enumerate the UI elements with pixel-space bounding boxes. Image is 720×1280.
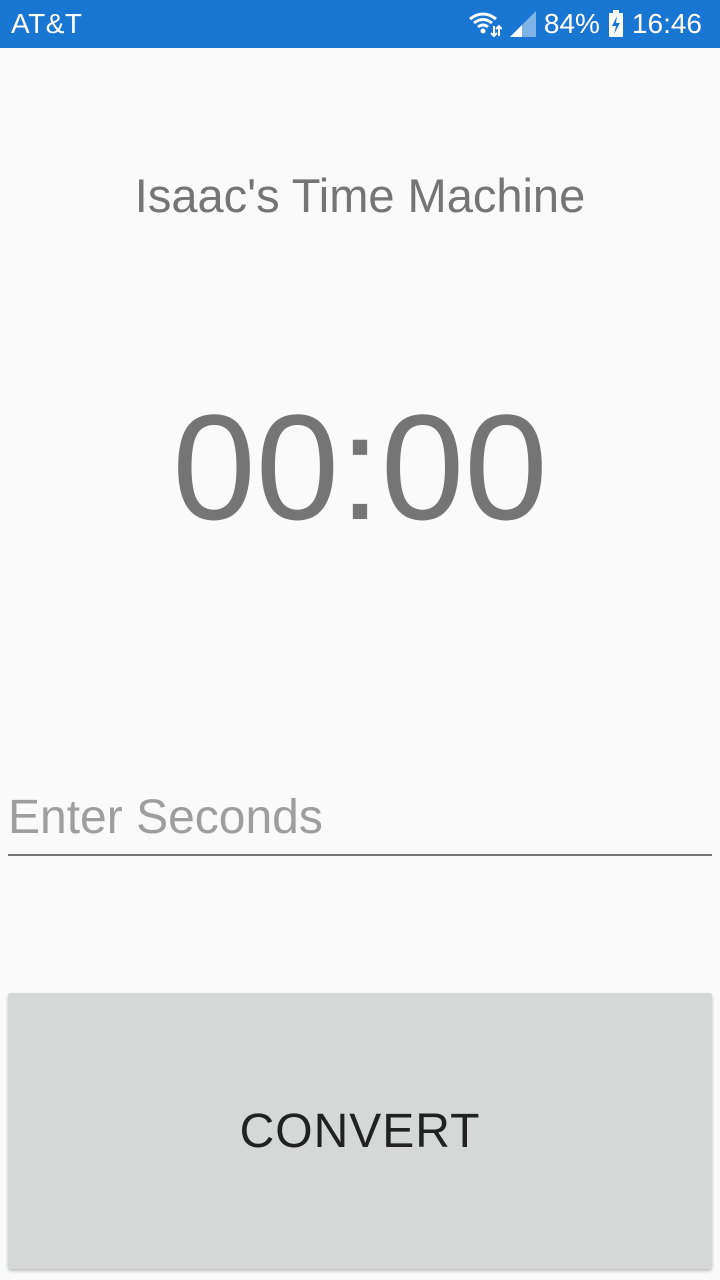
timer-display: 00:00 xyxy=(172,383,548,551)
clock: 16:46 xyxy=(631,8,702,39)
battery-percent: 84% xyxy=(543,8,600,39)
status-icons: 84% 16:46 xyxy=(468,8,702,40)
convert-button[interactable]: CONVERT xyxy=(8,993,712,1269)
signal-icon xyxy=(509,11,536,37)
app-title: Isaac's Time Machine xyxy=(134,169,586,222)
seconds-input[interactable] xyxy=(8,786,712,856)
carrier-label: AT&T xyxy=(11,8,83,39)
wifi-icon xyxy=(468,10,502,38)
status-bar: AT&T 84% 16:46 xyxy=(0,0,720,48)
battery-charging-icon xyxy=(608,10,624,38)
